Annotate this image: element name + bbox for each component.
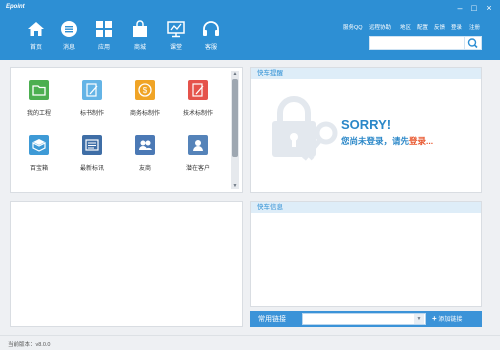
shopping-bag-icon bbox=[133, 20, 147, 37]
nav-classroom[interactable]: 课堂 bbox=[164, 20, 188, 52]
login-prompt-text: 您尚未登录，请先 bbox=[341, 136, 410, 146]
app-label: 我的工程 bbox=[26, 111, 51, 117]
nav-service[interactable]: 客服 bbox=[199, 20, 223, 52]
app-latest-bids[interactable]: 最新标讯 bbox=[67, 135, 117, 175]
close-button[interactable]: × bbox=[484, 3, 494, 13]
info-panel bbox=[250, 201, 482, 307]
app-label: 潜在客户 bbox=[185, 166, 210, 172]
reminder-header: 快车提醒 bbox=[251, 68, 481, 79]
add-link-label: 添加链接 bbox=[438, 317, 463, 323]
app-label: 百宝箱 bbox=[29, 166, 48, 172]
link-service-qq[interactable]: 服务QQ bbox=[343, 23, 363, 31]
nav-home[interactable]: 首页 bbox=[24, 20, 48, 52]
login-link[interactable]: 登录 bbox=[409, 136, 426, 146]
app-bid-doc[interactable]: 标书制作 bbox=[67, 80, 117, 120]
nav-label-classroom: 课堂 bbox=[169, 45, 182, 51]
link-feedback[interactable]: 反馈 bbox=[434, 23, 445, 31]
nav-label-service: 客服 bbox=[204, 45, 217, 51]
app-my-projects[interactable]: 我的工程 bbox=[14, 80, 64, 120]
blank-panel bbox=[10, 201, 243, 327]
app-tech-bid[interactable]: 技术标制作 bbox=[173, 80, 223, 120]
app-label: 友商 bbox=[138, 166, 151, 172]
search-input[interactable] bbox=[369, 36, 465, 50]
contact-icon bbox=[188, 135, 208, 155]
app-logo: Epoint bbox=[6, 4, 25, 10]
status-bar bbox=[0, 335, 500, 350]
toolbox-icon bbox=[29, 135, 49, 155]
link-remote-assist[interactable]: 远程协助 bbox=[369, 23, 391, 31]
partners-icon bbox=[135, 135, 155, 155]
app-potential-customers[interactable]: 潜在客户 bbox=[173, 135, 223, 175]
sorry-title: SORRY! bbox=[341, 117, 392, 132]
app-partners[interactable]: 友商 bbox=[120, 135, 170, 175]
nav-mall[interactable]: 商城 bbox=[128, 20, 152, 52]
message-icon bbox=[61, 21, 77, 37]
nav-label-message: 消息 bbox=[62, 45, 75, 51]
home-icon bbox=[28, 22, 44, 36]
apps-grid-icon bbox=[96, 21, 112, 37]
classroom-icon bbox=[167, 21, 185, 38]
nav-label-mall: 商城 bbox=[133, 45, 146, 51]
login-prompt-ellipsis: ... bbox=[426, 136, 434, 146]
app-toolbox[interactable]: 百宝箱 bbox=[14, 135, 64, 175]
coin-icon: $ bbox=[135, 80, 155, 100]
app-label: 标书制作 bbox=[79, 111, 104, 117]
link-region[interactable]: 地区 bbox=[400, 23, 411, 31]
app-business-bid[interactable]: $ 商务标制作 bbox=[120, 80, 170, 120]
maximize-button[interactable]: □ bbox=[469, 3, 479, 13]
plus-icon: + bbox=[432, 314, 437, 323]
info-header: 快车信息 bbox=[251, 202, 481, 213]
link-config[interactable]: 配置 bbox=[417, 23, 428, 31]
news-icon bbox=[82, 135, 102, 155]
apps-scrollbar-thumb[interactable] bbox=[232, 79, 238, 157]
links-dropdown[interactable] bbox=[302, 313, 426, 325]
login-prompt: 您尚未登录，请先登录... bbox=[341, 135, 433, 147]
scroll-down-arrow-icon[interactable]: ▼ bbox=[231, 183, 239, 189]
lock-key-icon bbox=[272, 96, 338, 161]
app-label: 商务标制作 bbox=[129, 111, 160, 117]
links-label: 常用链接 bbox=[258, 316, 286, 323]
search-button[interactable] bbox=[465, 36, 482, 50]
svg-text:$: $ bbox=[143, 86, 148, 95]
pencil-note-icon bbox=[188, 80, 208, 100]
nav-apps[interactable]: 应用 bbox=[92, 20, 116, 52]
edit-document-icon bbox=[82, 80, 102, 100]
add-link-button[interactable]: + 添加链接 bbox=[432, 314, 462, 323]
chevron-down-icon[interactable]: ▼ bbox=[414, 314, 424, 324]
nav-message[interactable]: 消息 bbox=[57, 20, 81, 52]
headset-icon bbox=[203, 21, 219, 36]
link-register[interactable]: 注册 bbox=[469, 23, 480, 31]
minimize-button[interactable]: – bbox=[455, 3, 465, 13]
app-label: 最新标讯 bbox=[79, 166, 104, 172]
nav-label-home: 首页 bbox=[29, 45, 42, 51]
link-login[interactable]: 登录 bbox=[451, 23, 462, 31]
version-text: 当前版本：v8.0.0 bbox=[8, 342, 51, 348]
folder-icon bbox=[29, 80, 49, 100]
scroll-up-arrow-icon[interactable]: ▲ bbox=[231, 71, 239, 77]
app-label: 技术标制作 bbox=[182, 111, 213, 117]
nav-label-apps: 应用 bbox=[97, 45, 110, 51]
search-icon bbox=[467, 38, 478, 49]
